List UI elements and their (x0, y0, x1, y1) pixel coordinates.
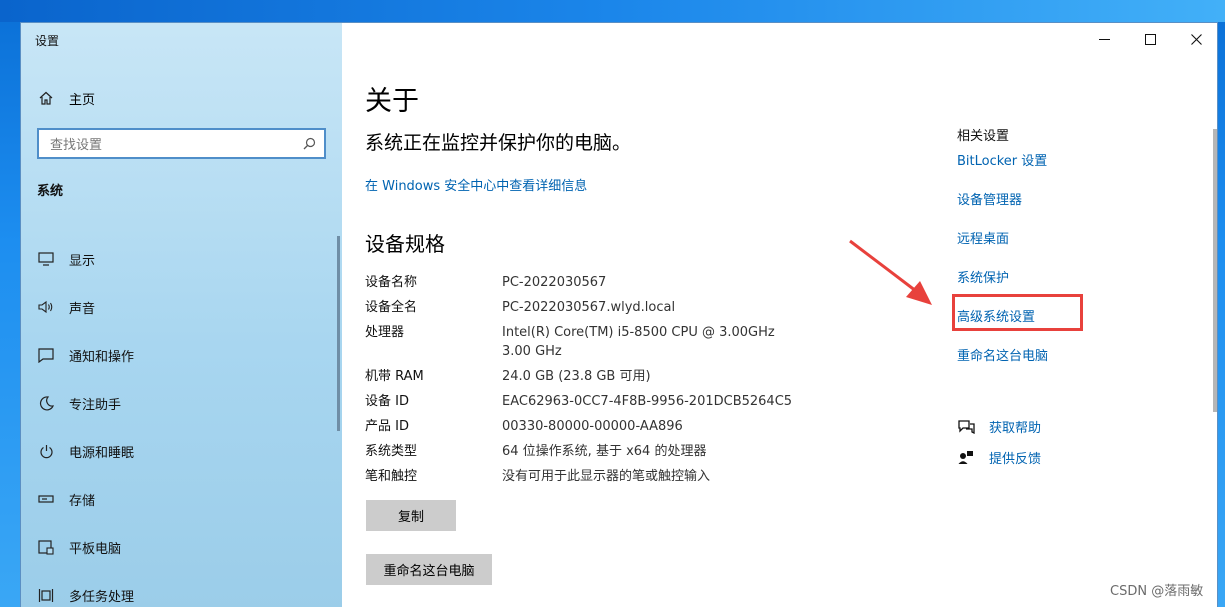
feedback-link[interactable]: 提供反馈 (957, 442, 1041, 473)
main-content: 关于 系统正在监控并保护你的电脑。 在 Windows 安全中心中查看详细信息 … (342, 23, 1217, 607)
maximize-icon (1144, 30, 1156, 49)
sidebar-item-label: 多任务处理 (69, 589, 135, 605)
sidebar: 设置 主页 查找设置 系统 显示 声音 通知和操作 专注助手 电源和睡眠 存储 … (21, 23, 342, 607)
sidebar-item-multitasking[interactable]: 多任务处理 (37, 571, 134, 607)
sidebar-item-label: 平板电脑 (69, 541, 122, 557)
sidebar-item-label: 电源和睡眠 (69, 445, 135, 461)
minimize-icon (1098, 30, 1110, 49)
annotation-arrow-icon (848, 239, 938, 315)
spec-value: PC-2022030567.wlyd.local (502, 300, 676, 315)
monitor-icon (37, 250, 55, 268)
device-specs-heading: 设备规格 (365, 232, 445, 256)
speaker-icon (37, 298, 55, 316)
bitlocker-link[interactable]: BitLocker 设置 (957, 152, 1048, 191)
spec-row: 设备 ID EAC62963-0CC7-4F8B-9956-201DCB5264C… (365, 392, 845, 411)
page-title: 关于 (365, 86, 419, 117)
settings-window: 设置 主页 查找设置 系统 显示 声音 通知和操作 专注助手 电源和睡眠 存储 … (20, 22, 1218, 607)
sidebar-nav: 显示 声音 通知和操作 专注助手 电源和睡眠 存储 平板电脑 多任务处理 (37, 235, 134, 607)
search-input[interactable]: 查找设置 (37, 128, 326, 159)
rename-pc-link[interactable]: 重命名这台电脑 (957, 347, 1048, 386)
sidebar-item-display[interactable]: 显示 (37, 235, 134, 283)
spec-key: 系统类型 (365, 444, 418, 459)
sidebar-item-sound[interactable]: 声音 (37, 283, 134, 331)
spec-key: 机带 RAM (365, 369, 424, 384)
main-scrollbar[interactable] (1213, 129, 1217, 412)
spec-value: PC-2022030567 (502, 275, 607, 290)
spec-row: 产品 ID 00330-80000-00000-AA896 (365, 417, 845, 436)
feedback-icon (957, 450, 975, 465)
security-center-link[interactable]: 在 Windows 安全中心中查看详细信息 (365, 175, 587, 194)
spec-value: Intel(R) Core(TM) i5-8500 CPU @ 3.00GHz … (502, 325, 775, 359)
watermark: CSDN @落雨敏 (1110, 584, 1204, 599)
sidebar-item-label: 声音 (69, 301, 96, 317)
help-section: 获取帮助 提供反馈 (957, 411, 1041, 473)
related-settings-heading: 相关设置 (957, 129, 1010, 144)
maximize-button[interactable] (1127, 23, 1173, 55)
copy-button[interactable]: 复制 (366, 500, 456, 531)
spec-row: 设备名称 PC-2022030567 (365, 273, 845, 292)
close-button[interactable] (1173, 23, 1217, 55)
minimize-button[interactable] (1081, 23, 1127, 55)
search-placeholder: 查找设置 (50, 138, 103, 153)
spec-row: 笔和触控 没有可用于此显示器的笔或触控输入 (365, 467, 845, 486)
sidebar-item-focus-assist[interactable]: 专注助手 (37, 379, 134, 427)
window-title: 设置 (35, 34, 60, 48)
sidebar-home[interactable]: 主页 (37, 86, 95, 110)
spec-key: 处理器 (365, 325, 405, 340)
spec-key: 设备名称 (365, 275, 418, 290)
spec-value: EAC62963-0CC7-4F8B-9956-201DCB5264C5 (502, 394, 793, 409)
multitask-icon (37, 586, 55, 604)
device-specs: 设备名称 PC-2022030567 设备全名 PC-2022030567.wlyd… (365, 273, 845, 492)
protection-status: 系统正在监控并保护你的电脑。 (365, 132, 632, 154)
rename-pc-button[interactable]: 重命名这台电脑 (366, 554, 492, 585)
spec-key: 笔和触控 (365, 469, 418, 484)
sidebar-item-label: 显示 (69, 253, 96, 269)
sidebar-item-tablet[interactable]: 平板电脑 (37, 523, 134, 571)
get-help-link[interactable]: 获取帮助 (957, 411, 1041, 442)
spec-key: 设备 ID (365, 394, 409, 409)
window-controls (1081, 23, 1217, 55)
spec-value: 64 位操作系统, 基于 x64 的处理器 (502, 444, 707, 459)
related-settings: 相关设置 BitLocker 设置 设备管理器 远程桌面 系统保护 高级系统设置… (957, 125, 1048, 386)
annotation-highlight-box (952, 294, 1083, 331)
spec-key: 设备全名 (365, 300, 418, 315)
tablet-icon (37, 538, 55, 556)
spec-row: 机带 RAM 24.0 GB (23.8 GB 可用) (365, 367, 845, 386)
sidebar-item-label: 存储 (69, 493, 96, 509)
home-icon (37, 90, 55, 106)
spec-row: 系统类型 64 位操作系统, 基于 x64 的处理器 (365, 442, 845, 461)
sidebar-section-title: 系统 (37, 184, 64, 199)
power-icon (37, 442, 55, 460)
spec-value: 24.0 GB (23.8 GB 可用) (502, 369, 651, 384)
spec-key: 产品 ID (365, 419, 409, 434)
desktop-background (0, 0, 1225, 22)
spec-row: 设备全名 PC-2022030567.wlyd.local (365, 298, 845, 317)
close-icon (1190, 30, 1202, 49)
feedback-label: 提供反馈 (989, 452, 1042, 467)
get-help-label: 获取帮助 (989, 421, 1042, 436)
storage-icon (37, 490, 55, 508)
search-icon[interactable] (303, 137, 316, 154)
spec-value: 00330-80000-00000-AA896 (502, 419, 683, 434)
device-manager-link[interactable]: 设备管理器 (957, 191, 1048, 230)
help-chat-icon (957, 419, 975, 434)
sidebar-item-label: 通知和操作 (69, 349, 135, 365)
sidebar-item-storage[interactable]: 存储 (37, 475, 134, 523)
sidebar-home-label: 主页 (69, 92, 96, 108)
moon-icon (37, 394, 55, 412)
spec-row: 处理器 Intel(R) Core(TM) i5-8500 CPU @ 3.00G… (365, 323, 845, 361)
spec-value: 没有可用于此显示器的笔或触控输入 (502, 469, 711, 484)
remote-desktop-link[interactable]: 远程桌面 (957, 230, 1048, 269)
notification-icon (37, 346, 55, 364)
sidebar-scrollbar[interactable] (337, 236, 340, 431)
sidebar-item-power[interactable]: 电源和睡眠 (37, 427, 134, 475)
sidebar-item-notifications[interactable]: 通知和操作 (37, 331, 134, 379)
sidebar-item-label: 专注助手 (69, 397, 122, 413)
